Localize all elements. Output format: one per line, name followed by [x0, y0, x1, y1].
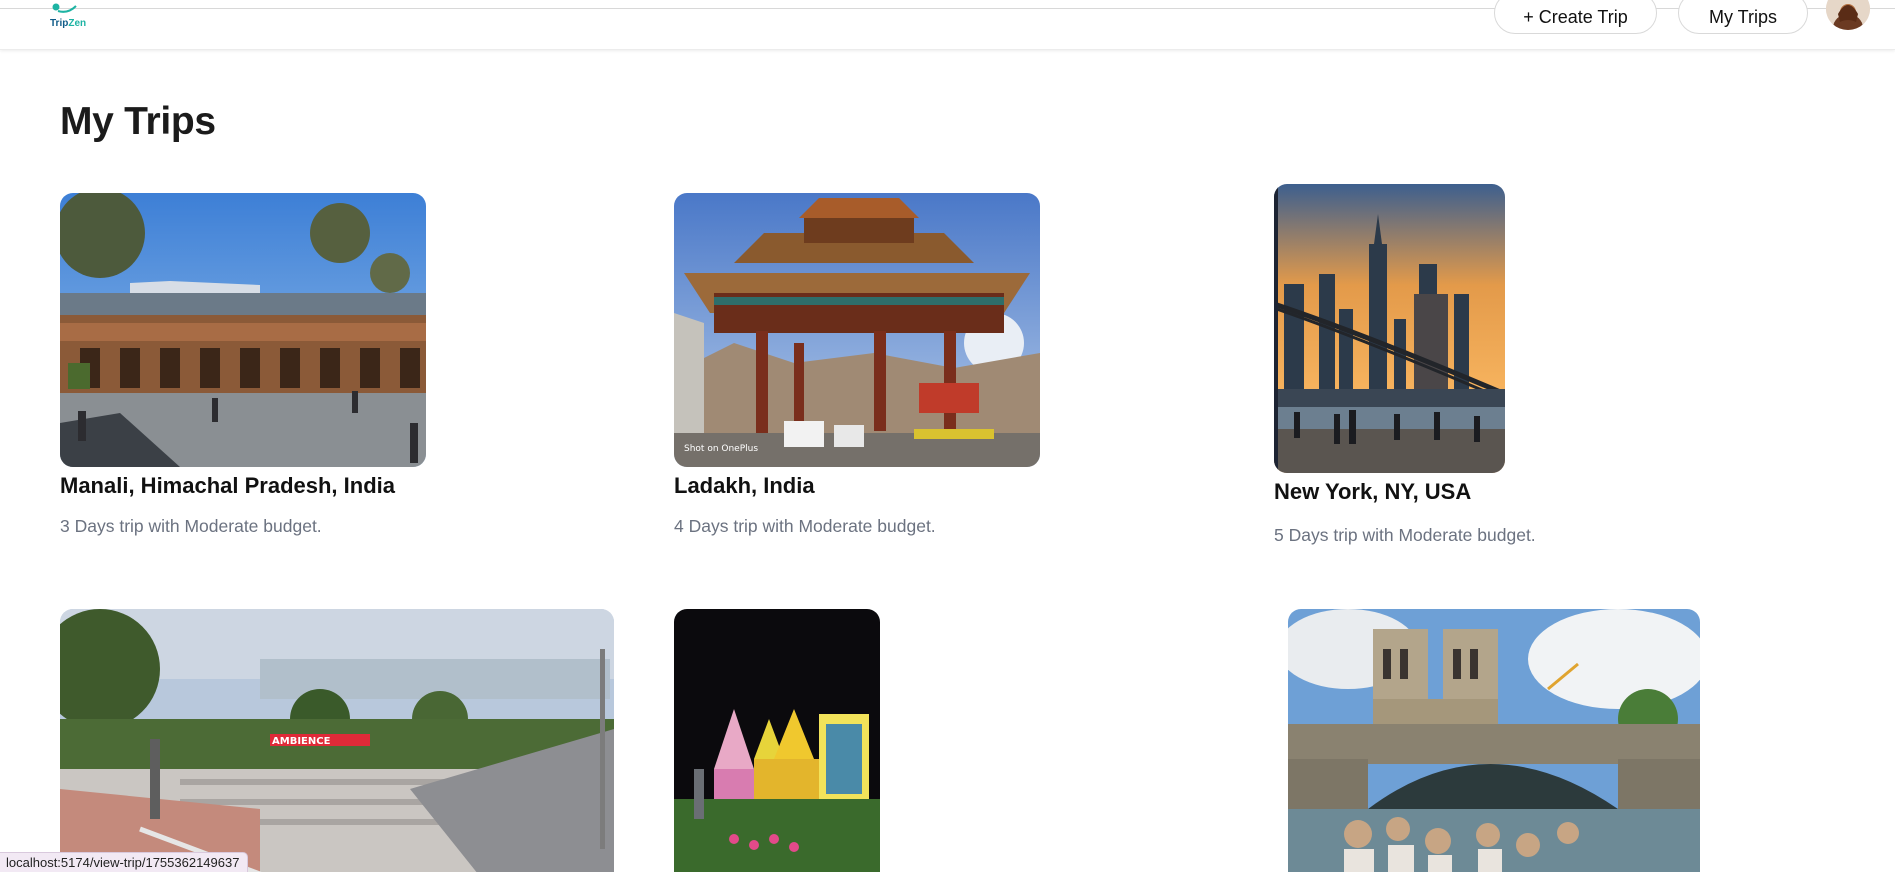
link-preview-status-bar: localhost:5174/view-trip/1755362149637	[0, 852, 249, 872]
my-trips-button[interactable]: My Trips	[1678, 0, 1808, 34]
trip-photo: AMBIENCE	[60, 609, 614, 872]
trip-card[interactable]: AMBIENCE	[60, 609, 614, 872]
trip-description: 5 Days trip with Moderate budget.	[1274, 525, 1536, 545]
trip-description: 3 Days trip with Moderate budget.	[60, 516, 322, 536]
create-trip-button[interactable]: + Create Trip	[1494, 0, 1657, 34]
logo-text: TripZen	[50, 18, 87, 29]
trip-photo	[1274, 184, 1505, 473]
trip-name: New York, NY, USA	[1274, 479, 1472, 504]
trip-card[interactable]: Manali, Himachal Pradesh, India 3 Days t…	[60, 193, 426, 543]
tripzen-logo[interactable]: TripZen	[42, 0, 102, 34]
page-title: My Trips	[60, 100, 216, 143]
trip-photo	[60, 193, 426, 467]
trip-card[interactable]: Shot on OnePlus Ladakh, India 4 Days tri…	[674, 193, 1040, 543]
trip-photo	[674, 609, 880, 872]
logo-mark-icon	[52, 3, 77, 13]
trip-name: Ladakh, India	[674, 473, 815, 498]
user-avatar-icon[interactable]	[1826, 0, 1870, 30]
top-navbar: TripZen + Create Trip My Trips	[0, 0, 1895, 50]
trip-photo	[1288, 609, 1700, 872]
trip-photo: Shot on OnePlus	[674, 193, 1040, 467]
photo-sign: AMBIENCE	[272, 736, 331, 747]
trip-card[interactable]: New York, NY, USA 5 Days trip with Moder…	[1274, 184, 1574, 554]
trip-description: 4 Days trip with Moderate budget.	[674, 516, 936, 536]
photo-watermark: Shot on OnePlus	[684, 444, 758, 454]
trip-name: Manali, Himachal Pradesh, India	[60, 473, 395, 498]
trip-card[interactable]	[1288, 609, 1700, 872]
trip-card[interactable]	[674, 609, 880, 872]
